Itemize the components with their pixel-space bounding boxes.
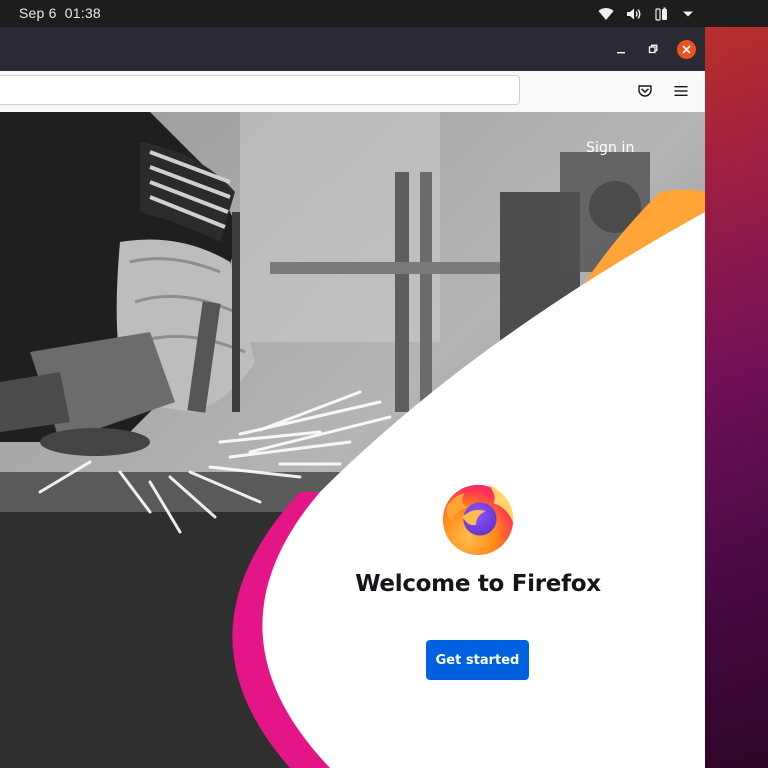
menu-button[interactable] (671, 81, 691, 101)
system-top-bar: Sep 6 01:38 (0, 0, 768, 27)
get-started-button[interactable]: Get started (426, 640, 529, 680)
system-tray[interactable] (598, 0, 694, 27)
firefox-logo-icon (442, 483, 514, 556)
welcome-heading: Welcome to Firefox (355, 571, 601, 597)
maximize-button[interactable] (643, 39, 663, 59)
clock[interactable]: Sep 6 01:38 (19, 0, 101, 27)
clock-date: Sep 6 (19, 5, 57, 21)
volume-icon (626, 7, 642, 21)
welcome-page: Sign in Welcome to Firefox Get started (0, 112, 705, 768)
pocket-button[interactable] (635, 81, 655, 101)
dropdown-arrow-icon (682, 10, 694, 18)
close-button[interactable] (677, 40, 696, 59)
navigation-toolbar (0, 71, 705, 113)
wifi-icon (598, 7, 614, 21)
restore-icon (648, 44, 658, 54)
desktop-wallpaper (705, 27, 768, 768)
sign-in-link[interactable]: Sign in (586, 140, 634, 156)
screen: Sep 6 01:38 Sign in Welcome to Firefox G… (0, 0, 768, 768)
clock-time: 01:38 (64, 5, 101, 21)
minimize-icon (617, 52, 625, 54)
battery-icon (654, 6, 670, 22)
title-bar[interactable] (0, 27, 705, 71)
background-photo (0, 112, 705, 768)
close-icon (682, 45, 691, 54)
pocket-icon (638, 85, 652, 97)
minimize-button[interactable] (611, 39, 631, 59)
firefox-window: Sign in Welcome to Firefox Get started (0, 27, 705, 768)
hamburger-menu-icon (674, 86, 688, 96)
url-bar[interactable] (0, 75, 520, 105)
